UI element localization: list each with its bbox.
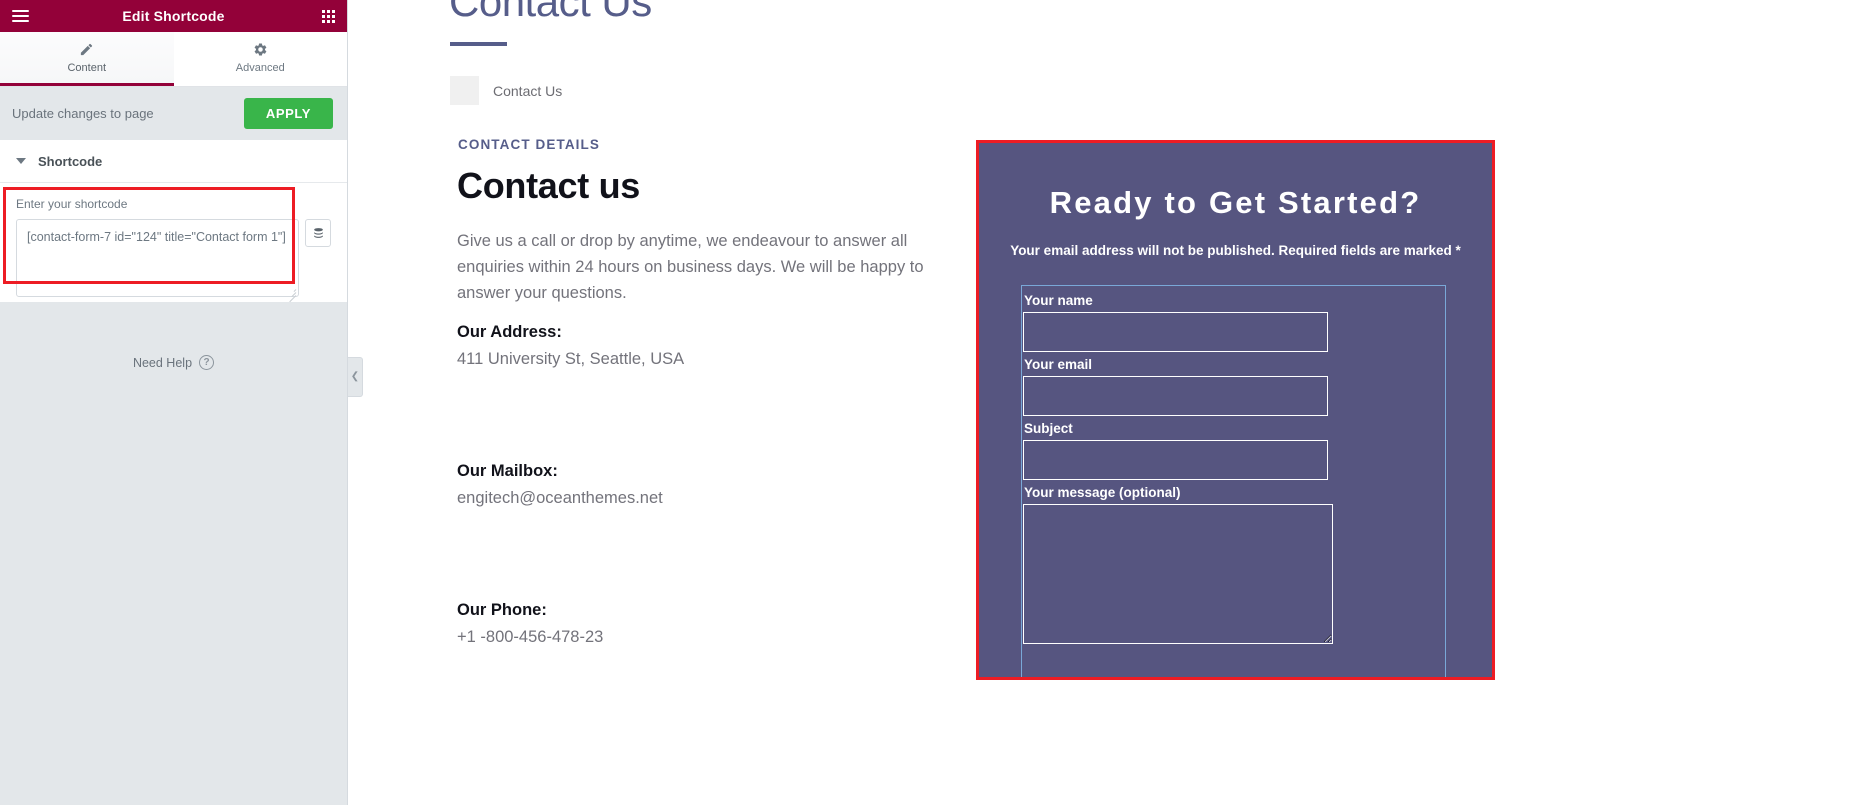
database-stack-icon[interactable] bbox=[305, 219, 331, 247]
panel-footer: Need Help ? bbox=[0, 302, 347, 805]
tab-content-label: Content bbox=[67, 61, 107, 74]
shortcode-section-title: Shortcode bbox=[38, 153, 103, 169]
breadcrumb: Contact Us bbox=[450, 76, 562, 105]
hamburger-icon[interactable] bbox=[12, 9, 29, 23]
cta-selection-border bbox=[976, 140, 1495, 680]
apply-message: Update changes to page bbox=[12, 106, 154, 121]
shortcode-input[interactable] bbox=[16, 219, 299, 297]
detail-label: Our Address: bbox=[457, 323, 562, 341]
detail-phone: Our Phone: +1 -800-456-478-23 bbox=[457, 601, 603, 647]
panel-collapse-handle[interactable]: ❮ bbox=[348, 357, 363, 397]
section-eyebrow: CONTACT DETAILS bbox=[458, 137, 600, 152]
tab-advanced-label: Advanced bbox=[235, 61, 285, 74]
need-help-label: Need Help bbox=[132, 355, 193, 370]
apply-button[interactable]: APPLY bbox=[243, 98, 333, 129]
detail-label: Our Mailbox: bbox=[457, 462, 558, 480]
detail-address: Our Address: 411 University St, Seattle,… bbox=[457, 323, 684, 369]
tab-advanced[interactable]: Advanced bbox=[173, 32, 347, 86]
apply-bar: Update changes to page APPLY bbox=[0, 87, 347, 140]
gear-icon bbox=[253, 42, 268, 57]
shortcode-section-header[interactable]: Shortcode bbox=[0, 140, 347, 183]
detail-value: engitech@oceanthemes.net bbox=[457, 489, 663, 507]
page-title: Contact Us bbox=[449, 0, 652, 25]
apps-grid-icon[interactable] bbox=[322, 9, 335, 23]
section-heading: Contact us bbox=[457, 165, 641, 206]
caret-down-icon bbox=[16, 158, 26, 164]
panel-header: Edit Shortcode bbox=[0, 0, 347, 32]
page-preview: Contact Us Contact Us CONTACT DETAILS Co… bbox=[349, 0, 1855, 805]
detail-label: Our Phone: bbox=[457, 601, 547, 619]
detail-value: +1 -800-456-478-23 bbox=[457, 628, 604, 646]
panel-tabs: Content Advanced bbox=[0, 32, 347, 87]
page-thumbnail-icon bbox=[450, 76, 479, 105]
breadcrumb-label[interactable]: Contact Us bbox=[493, 83, 562, 99]
detail-value: 411 University St, Seattle, USA bbox=[457, 350, 685, 368]
shortcode-control: Enter your shortcode bbox=[0, 183, 347, 320]
detail-mailbox: Our Mailbox: engitech@oceanthemes.net bbox=[457, 462, 663, 508]
need-help-row[interactable]: Need Help ? bbox=[0, 302, 347, 370]
tab-content[interactable]: Content bbox=[0, 32, 174, 86]
title-underline bbox=[450, 42, 507, 46]
panel-title: Edit Shortcode bbox=[122, 8, 225, 24]
app-root: Edit Shortcode Content Advanced Update c… bbox=[0, 0, 1855, 805]
shortcode-label: Enter your shortcode bbox=[16, 197, 128, 211]
editor-panel: Edit Shortcode Content Advanced Update c… bbox=[0, 0, 348, 805]
chevron-left-icon: ❮ bbox=[350, 371, 360, 382]
question-circle-icon[interactable]: ? bbox=[199, 355, 215, 370]
section-lede: Give us a call or drop by anytime, we en… bbox=[457, 232, 924, 303]
pencil-icon bbox=[79, 42, 94, 57]
